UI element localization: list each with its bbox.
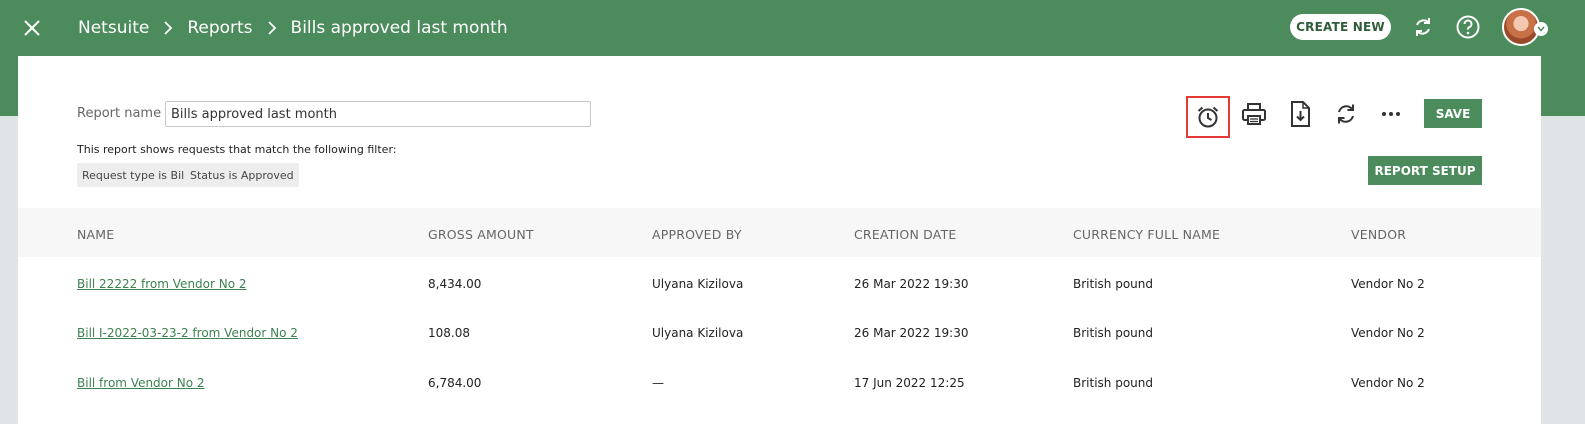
table-cell-currency: British pound [1073, 326, 1153, 340]
report-name-label: Report name [77, 106, 162, 121]
table-cell-vendor: Vendor No 2 [1351, 326, 1425, 340]
save-button[interactable]: SAVE [1424, 99, 1482, 128]
column-header-vendor[interactable]: VENDOR [1351, 227, 1406, 242]
more-icon[interactable] [1376, 99, 1406, 129]
table-header [18, 208, 1541, 257]
breadcrumb: Netsuite Reports Bills approved last mon… [78, 0, 508, 56]
alarm-clock-icon[interactable] [1186, 96, 1230, 138]
report-name-input[interactable] [165, 101, 591, 127]
report-setup-button[interactable]: REPORT SETUP [1368, 156, 1482, 185]
table-cell-approved-by: Ulyana Kizilova [652, 277, 744, 291]
table-cell-currency: British pound [1073, 376, 1153, 390]
table-cell-approved-by: Ulyana Kizilova [652, 326, 744, 340]
chevron-down-icon[interactable] [1534, 22, 1548, 36]
table-cell-creation-date: 17 Jun 2022 12:25 [854, 376, 965, 390]
column-header-gross-amount[interactable]: GROSS AMOUNT [428, 227, 534, 242]
column-header-currency[interactable]: CURRENCY FULL NAME [1073, 227, 1220, 242]
table-cell-gross-amount: 6,784.00 [428, 376, 482, 390]
table-cell-vendor: Vendor No 2 [1351, 277, 1425, 291]
table-cell-creation-date: 26 Mar 2022 19:30 [854, 277, 969, 291]
refresh-icon[interactable] [1331, 99, 1361, 129]
print-icon[interactable] [1239, 99, 1269, 129]
download-file-icon[interactable] [1285, 99, 1315, 129]
table-cell-approved-by: — [652, 376, 664, 390]
create-new-button[interactable]: CREATE NEW [1290, 14, 1391, 40]
table-cell-gross-amount: 108.08 [428, 326, 470, 340]
filter-chip-request-type: Request type is Bill [77, 163, 193, 187]
breadcrumb-netsuite[interactable]: Netsuite [78, 18, 149, 38]
sync-icon[interactable] [1410, 14, 1436, 40]
table-cell-currency: British pound [1073, 277, 1153, 291]
table-cell-gross-amount: 8,434.00 [428, 277, 482, 291]
close-icon[interactable] [20, 16, 44, 40]
chevron-right-icon [163, 20, 173, 36]
filter-description: This report shows requests that match th… [77, 143, 397, 156]
top-bar: Netsuite Reports Bills approved last mon… [0, 0, 1585, 56]
column-header-creation-date[interactable]: CREATION DATE [854, 227, 957, 242]
table-row-name-link[interactable]: Bill from Vendor No 2 [77, 376, 205, 390]
table-cell-creation-date: 26 Mar 2022 19:30 [854, 326, 969, 340]
table-row-name-link[interactable]: Bill 22222 from Vendor No 2 [77, 277, 247, 291]
table-row-name-link[interactable]: Bill I-2022-03-23-2 from Vendor No 2 [77, 326, 298, 340]
table-cell-vendor: Vendor No 2 [1351, 376, 1425, 390]
help-icon[interactable] [1455, 14, 1481, 40]
filter-chip-status: Status is Approved [185, 163, 299, 187]
breadcrumb-current: Bills approved last month [290, 18, 508, 38]
chevron-right-icon [267, 20, 277, 36]
breadcrumb-reports[interactable]: Reports [187, 18, 252, 38]
column-header-approved-by[interactable]: APPROVED BY [652, 227, 742, 242]
column-header-name[interactable]: NAME [77, 227, 114, 242]
